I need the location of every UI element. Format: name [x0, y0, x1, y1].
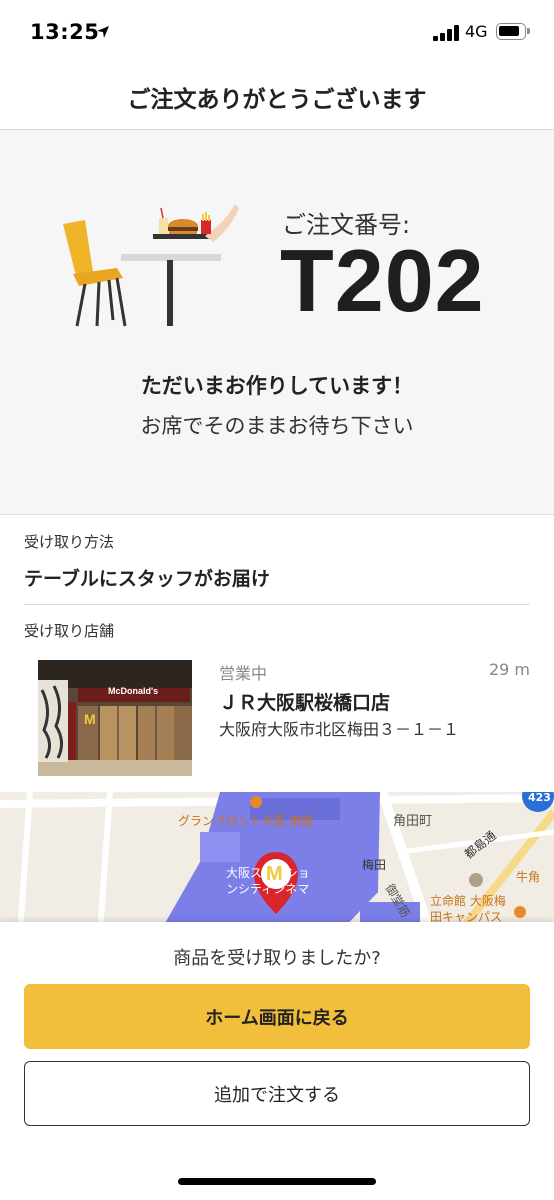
section-divider — [24, 604, 530, 605]
table-chair-illustration — [63, 204, 239, 327]
signal-icon — [433, 25, 459, 41]
store-map[interactable]: グランフロント大阪 南館 角田町 梅田 都島通 大阪ステーショ ンシティシネマ … — [0, 792, 554, 932]
order-status-sub: お席でそのままお待ち下さい — [140, 414, 414, 438]
bottom-sheet: 商品を受け取りましたか? ホーム画面に戻る 追加で注文する — [0, 922, 554, 1200]
store-marker-icon[interactable]: M — [266, 863, 283, 886]
storefront-image: M — [38, 660, 192, 776]
pickup-method-value: テーブルにスタッフがお届け — [24, 568, 270, 590]
nav-bar: ご注文ありがとうございます — [0, 64, 554, 130]
page-title: ご注文ありがとうございます — [127, 87, 427, 113]
pickup-method-label: 受け取り方法 — [24, 533, 115, 551]
store-address: 大阪府大阪市北区梅田３－１－１ — [219, 720, 460, 739]
store-distance: 29 m — [488, 660, 530, 679]
store-open-status: 営業中 — [219, 664, 268, 683]
map-label-gyukaku: 牛角 — [516, 870, 541, 884]
map-label-ritsumeikan-1: 立命館 大阪梅 — [430, 894, 506, 908]
location-arrow-icon — [97, 26, 109, 38]
add-order-button[interactable]: 追加で注文する — [24, 1061, 530, 1126]
order-number: T202 — [280, 231, 485, 330]
back-to-home-button[interactable]: ホーム画面に戻る — [24, 984, 530, 1049]
order-status-main: ただいまお作りしています！ — [140, 374, 414, 398]
map-label-grand-front: グランフロント大阪 南館 — [178, 814, 314, 828]
route-badge: 423 — [528, 792, 551, 804]
network-type: 4G — [465, 22, 488, 41]
order-hero: ご注文番号: T202 ただいまお作りしています！ お席でそのままお待ち下さい — [0, 130, 554, 515]
store-sign: McDonald's — [108, 686, 159, 696]
store-name: ＪＲ大阪駅桜橋口店 — [219, 692, 391, 714]
status-bar: 13:25 4G — [0, 0, 554, 64]
home-indicator[interactable] — [178, 1178, 376, 1185]
battery-icon — [496, 23, 530, 40]
status-time: 13:25 — [30, 20, 100, 44]
received-question: 商品を受け取りましたか? — [173, 948, 381, 969]
pickup-store-label: 受け取り店舗 — [24, 622, 115, 640]
map-label-kakudacho: 角田町 — [393, 814, 433, 829]
store-photo: M McDonald's — [38, 660, 192, 776]
map-label-umeda: 梅田 — [362, 858, 387, 872]
svg-text:M: M — [84, 711, 96, 727]
